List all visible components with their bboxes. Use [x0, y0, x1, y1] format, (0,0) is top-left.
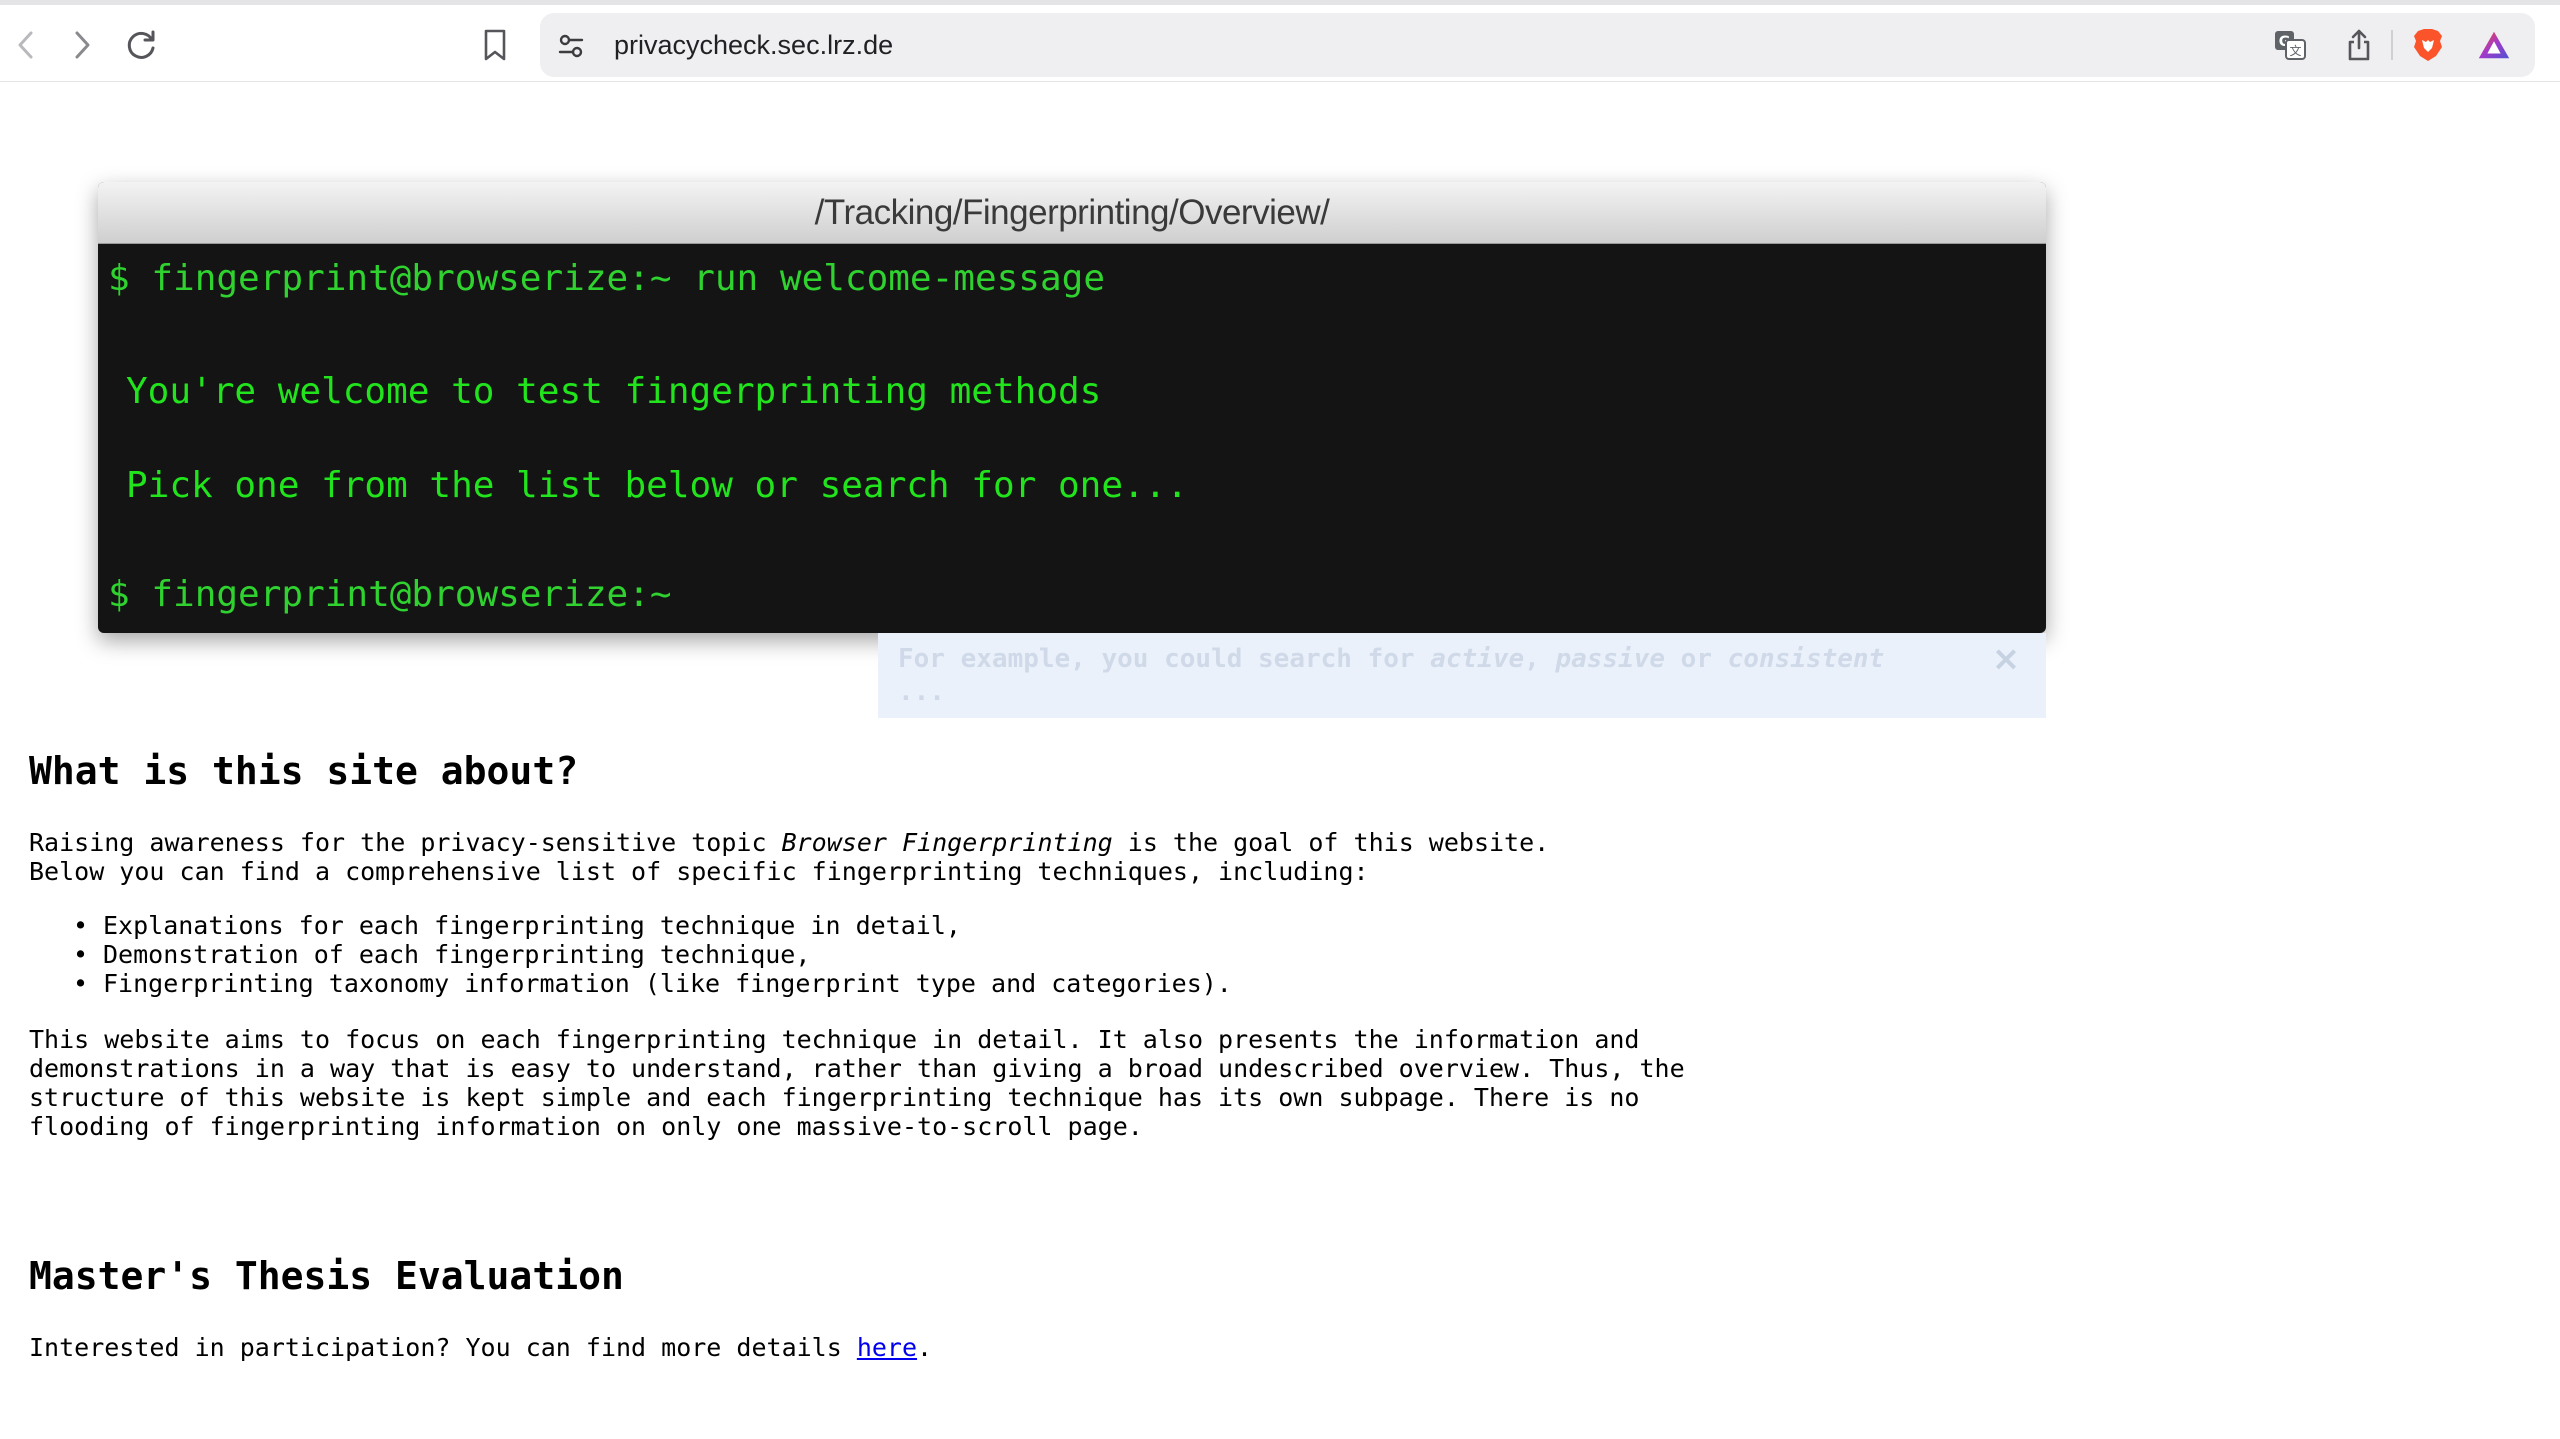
triangle-icon [2478, 31, 2510, 59]
hint-close-button[interactable]: × [1986, 639, 2026, 679]
hint-ellipsis: ... [898, 677, 945, 707]
brave-lion-icon [2414, 29, 2442, 61]
address-bar[interactable]: privacycheck.sec.lrz.de G文 [540, 13, 2535, 77]
intro-text: Below you can find a comprehensive list … [29, 857, 1369, 886]
share-icon [2348, 29, 2370, 61]
hint-keyword-consistent: consistent [1727, 644, 1885, 674]
chevron-right-icon [75, 31, 90, 59]
intro-text: is the goal of this website. [1112, 828, 1550, 857]
list-item: Fingerprinting taxonomy information (lik… [77, 969, 1232, 998]
site-settings-button[interactable] [556, 31, 586, 61]
about-heading: What is this site about? [29, 749, 579, 793]
reload-icon [127, 30, 155, 59]
aims-paragraph: This website aims to focus on each finge… [29, 1025, 1685, 1141]
feature-list: Explanations for each fingerprinting tec… [77, 911, 1232, 998]
translate-button[interactable]: G文 [2272, 27, 2308, 63]
terminal-title: /Tracking/Fingerprinting/Overview/ [814, 193, 1330, 232]
search-hint-box: For example, you could search for active… [878, 633, 2046, 718]
svg-text:文: 文 [2289, 43, 2301, 58]
sliders-icon [558, 34, 584, 58]
back-button[interactable] [6, 25, 46, 65]
browser-toolbar: privacycheck.sec.lrz.de G文 [0, 5, 2560, 82]
intro-text: Raising awareness for the privacy-sensit… [29, 828, 782, 857]
toolbar-separator [2391, 30, 2393, 60]
hint-keyword-passive: passive [1555, 644, 1666, 674]
hint-separator: , [1524, 644, 1556, 674]
participation-text: Interested in participation? You can fin… [29, 1333, 932, 1362]
terminal-pick-line: Pick one from the list below or search f… [126, 465, 1189, 506]
participation-period: . [917, 1333, 933, 1362]
details-link[interactable]: here [857, 1333, 917, 1362]
brave-rewards-button[interactable] [2476, 27, 2512, 63]
hint-prefix: For example, you could search for [898, 644, 1431, 674]
url-text[interactable]: privacycheck.sec.lrz.de [614, 13, 893, 77]
list-item: Explanations for each fingerprinting tec… [77, 911, 1232, 940]
bookmark-icon [484, 29, 506, 61]
intro-emphasis: Browser Fingerprinting [781, 828, 1113, 857]
list-item: Demonstration of each fingerprinting tec… [77, 940, 1232, 969]
aims-line: This website aims to focus on each finge… [29, 1025, 1640, 1054]
intro-paragraph: Raising awareness for the privacy-sensit… [29, 828, 1549, 886]
aims-line: flooding of fingerprinting information o… [29, 1112, 1143, 1141]
hint-keyword-active: active [1430, 644, 1525, 674]
participation-label: Interested in participation? You can fin… [29, 1333, 857, 1362]
reload-button[interactable] [122, 25, 162, 65]
hint-separator: or [1665, 644, 1728, 674]
terminal-welcome-line: You're welcome to test fingerprinting me… [126, 371, 1102, 412]
forward-button[interactable] [62, 25, 102, 65]
bookmark-button[interactable] [475, 25, 515, 65]
terminal-window: /Tracking/Fingerprinting/Overview/ $ fin… [98, 182, 2046, 633]
terminal-titlebar: /Tracking/Fingerprinting/Overview/ [98, 182, 2046, 244]
chevron-left-icon [18, 31, 33, 59]
share-button[interactable] [2341, 27, 2377, 63]
aims-line: demonstrations in a way that is easy to … [29, 1054, 1685, 1083]
thesis-heading: Master's Thesis Evaluation [29, 1254, 624, 1298]
aims-line: structure of this website is kept simple… [29, 1083, 1640, 1112]
search-hint-text: For example, you could search for active… [898, 643, 1938, 709]
terminal-command-line: $ fingerprint@browserize:~ run welcome-m… [108, 258, 1105, 299]
translate-icon: G文 [2275, 31, 2306, 60]
terminal-prompt-line: $ fingerprint@browserize:~ [108, 574, 672, 615]
terminal-body[interactable]: $ fingerprint@browserize:~ run welcome-m… [98, 244, 2046, 633]
brave-shields-button[interactable] [2410, 27, 2446, 63]
